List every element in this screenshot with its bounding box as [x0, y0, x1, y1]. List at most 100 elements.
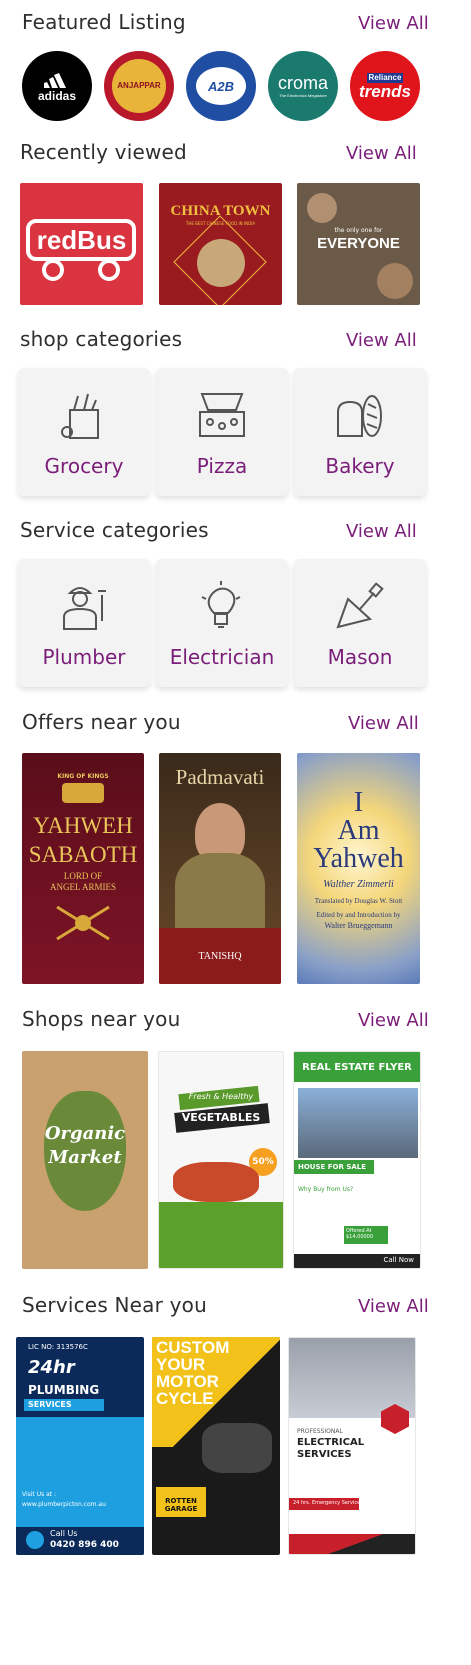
bakery-bread-icon	[337, 395, 382, 437]
brand-a2b[interactable]: A2B	[186, 51, 256, 121]
shop-veg-line1: Fresh & Healthy	[188, 1092, 254, 1101]
shop-organic-line2: Market	[48, 1147, 122, 1168]
everyone-label: EVERYONE	[317, 235, 400, 252]
featured-header: Featured Listing View All	[0, 8, 471, 38]
service-categories-title: Service categories	[20, 518, 209, 542]
offer-iam-editor: Edited by and Introduction by	[316, 911, 401, 919]
everyone-sub: the only one for	[334, 227, 383, 234]
category-mason-label: Mason	[327, 645, 393, 669]
service-elec-l3: SERVICES	[297, 1449, 352, 1460]
offer-yahweh-line3: LORD OF	[63, 871, 103, 881]
trowel-icon	[336, 582, 384, 629]
bus-wheel-icon	[42, 259, 64, 281]
brand-croma-label: croma	[277, 73, 328, 93]
offer-crown-label: KING OF KINGS	[57, 773, 109, 780]
crossed-swords-icon	[56, 905, 110, 941]
shop-item-organic-market[interactable]: Organic Market	[22, 1051, 148, 1269]
brand-reliance-trends[interactable]: Reliance trends	[350, 51, 420, 121]
recent-view-all-link[interactable]: View All	[346, 143, 417, 164]
service-plumbing-lic: LIC NO: 313576C	[28, 1343, 88, 1351]
brand-adidas[interactable]: adidas	[22, 51, 92, 121]
category-mason[interactable]: Mason	[294, 559, 426, 687]
recent-item-redbus[interactable]: redBus	[20, 183, 143, 305]
service-plumbing-l2: PLUMBING	[28, 1383, 100, 1397]
shop-categories-title: shop categories	[20, 327, 183, 351]
brand-reliance-top: Reliance	[366, 72, 404, 83]
plate-decoration	[377, 263, 413, 299]
services-view-all-link[interactable]: View All	[358, 1296, 429, 1317]
recent-item-everyone[interactable]: the only one for EVERYONE	[297, 183, 420, 305]
shop-organic-line1: Organic	[44, 1123, 126, 1144]
service-item-plumbing[interactable]: LIC NO: 313576C 24hr PLUMBING SERVICES V…	[16, 1337, 144, 1555]
portrait-dress	[175, 853, 265, 933]
service-moto-l1: CUSTOM	[156, 1338, 230, 1357]
grocery-bag-icon	[61, 393, 99, 439]
shop-estate-line3: Why Buy from Us?	[298, 1186, 354, 1193]
lightbulb-icon	[201, 581, 241, 628]
service-moto-brand: ROTTEN GARAGE	[164, 1497, 198, 1513]
service-plumbing-visit: Visit Us at :	[22, 1491, 57, 1498]
category-plumber[interactable]: Plumber	[18, 559, 150, 687]
category-electrician[interactable]: Electrician	[156, 559, 288, 687]
category-bakery-label: Bakery	[325, 454, 395, 478]
brand-croma[interactable]: croma The Electronics Megastore	[268, 51, 338, 121]
shop-categories-header: shop categories View All	[0, 325, 471, 355]
shops-title: Shops near you	[22, 1007, 181, 1031]
a2b-logo-icon: A2B	[196, 67, 246, 105]
brand-croma-sub: The Electronics Megastore	[279, 93, 327, 98]
house-photo	[298, 1088, 418, 1158]
brand-anjappar[interactable]: ANJAPPAR	[104, 51, 174, 121]
brand-adidas-label: adidas	[37, 89, 76, 103]
plate-decoration	[307, 193, 337, 223]
service-moto-l2: YOUR	[156, 1355, 206, 1374]
pizza-box-icon	[199, 393, 245, 437]
service-plumbing-l3: SERVICES	[28, 1400, 72, 1409]
shop-item-vegetables[interactable]: Fresh & Healthy VEGETABLES 50%	[158, 1051, 284, 1269]
services-header: Services Near you View All	[0, 1291, 471, 1321]
redbus-label: redBus	[36, 225, 127, 255]
offers-view-all-link[interactable]: View All	[348, 713, 419, 734]
category-bakery[interactable]: Bakery	[294, 368, 426, 496]
plumbing-blue-panel	[16, 1417, 144, 1527]
category-electrician-label: Electrician	[169, 645, 275, 669]
shop-categories-view-all-link[interactable]: View All	[346, 330, 417, 351]
service-item-custom-motorcycle[interactable]: CUSTOM YOUR MOTOR CYCLE ROTTEN GARAGE	[152, 1337, 280, 1555]
offer-yahweh-line4: ANGEL ARMIES	[50, 882, 116, 892]
shops-header: Shops near you View All	[0, 1005, 471, 1035]
offers-header: Offers near you View All	[0, 708, 471, 738]
shop-estate-line5: Call Now	[383, 1256, 414, 1264]
offers-title: Offers near you	[22, 710, 181, 734]
service-elec-l2: ELECTRICAL	[297, 1437, 365, 1448]
crown-icon	[62, 783, 104, 803]
service-elec-l1: PROFESSIONAL	[297, 1428, 343, 1435]
shop-item-real-estate[interactable]: REAL ESTATE FLYER HOUSE FOR SALE Why Buy…	[293, 1051, 421, 1269]
category-grocery[interactable]: Grocery	[18, 368, 150, 496]
brand-trends-label: trends	[359, 81, 411, 101]
shops-view-all-link[interactable]: View All	[358, 1010, 429, 1031]
service-categories-view-all-link[interactable]: View All	[346, 521, 417, 542]
food-plate-icon	[197, 239, 245, 287]
category-pizza[interactable]: Pizza	[156, 368, 288, 496]
red-footer	[289, 1534, 415, 1554]
recent-item-china-town[interactable]: CHINA TOWN THE BEST CHINESE FOOD IN INDI…	[159, 183, 282, 305]
anjappar-logo-icon: ANJAPPAR	[112, 59, 166, 113]
service-plumbing-url: www.plumberpicton.com.au	[22, 1501, 106, 1508]
service-plumbing-call: Call Us	[50, 1529, 78, 1538]
offer-item-yahweh-sabaoth[interactable]: KING OF KINGS YAHWEH SABAOTH LORD OF ANG…	[22, 753, 144, 984]
service-categories-header: Service categories View All	[0, 516, 471, 546]
featured-view-all-link[interactable]: View All	[358, 13, 429, 34]
shop-veg-line2: VEGETABLES	[181, 1111, 261, 1124]
offer-item-padmavati[interactable]: Padmavati TANISHQ	[159, 753, 281, 984]
service-item-electrical[interactable]: PROFESSIONAL ELECTRICAL SERVICES 24 hrs.…	[288, 1337, 416, 1555]
shop-veg-badge: 50%	[252, 1157, 274, 1167]
offer-padmavati-title: Padmavati	[175, 765, 265, 789]
brand-a2b-label: A2B	[207, 78, 234, 94]
offer-item-i-am-yahweh[interactable]: I Am Yahweh Walther Zimmerli Translated …	[297, 753, 420, 984]
offer-iam-author: Walther Zimmerli	[323, 879, 394, 890]
vegetables-pile	[173, 1162, 259, 1202]
green-footer	[159, 1202, 283, 1268]
offer-iam-line3: Yahweh	[313, 843, 404, 874]
service-moto-l3: MOTOR	[156, 1372, 219, 1391]
service-moto-l4: CYCLE	[156, 1389, 214, 1408]
service-plumbing-l1: 24hr	[28, 1357, 75, 1378]
